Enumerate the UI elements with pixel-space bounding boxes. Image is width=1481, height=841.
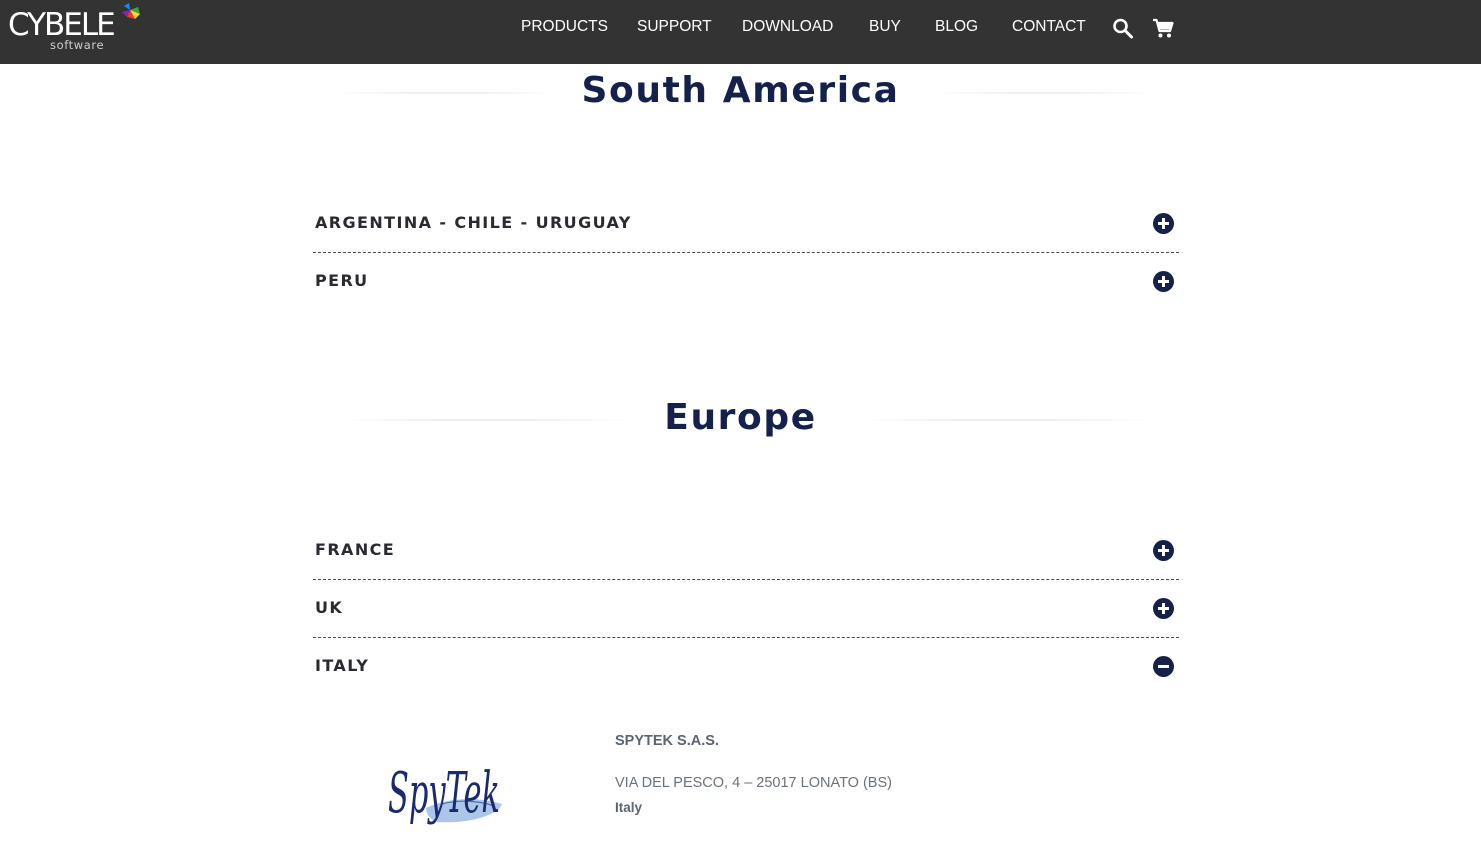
expand-plus-icon[interactable] xyxy=(1153,213,1174,234)
expand-plus-icon[interactable] xyxy=(1153,271,1174,292)
spytek-logo-text: SpyTek xyxy=(388,761,500,826)
spytek-logo: SpyTek xyxy=(388,761,502,826)
collapse-minus-icon[interactable] xyxy=(1153,656,1174,677)
partner-name: SPYTEK S.A.S. xyxy=(615,733,719,749)
accordion-item-italy[interactable]: ITALY xyxy=(313,638,1179,696)
main-nav: PRODUCTS SUPPORT DOWNLOAD BUY BLOG CONTA… xyxy=(0,0,1481,64)
accordion-item-label: FRANCE xyxy=(315,540,396,559)
accordion-item-label: ITALY xyxy=(315,656,370,675)
accordion-item-label: PERU xyxy=(315,271,369,290)
accordion-item-peru[interactable]: PERU xyxy=(313,253,1179,311)
section-heading-europe: Europe xyxy=(0,393,1481,443)
nav-contact[interactable]: CONTACT xyxy=(1012,17,1086,37)
section-title: South America xyxy=(581,70,900,111)
nav-products[interactable]: PRODUCTS xyxy=(521,17,608,37)
accordion-item-uk[interactable]: UK xyxy=(313,580,1179,638)
accordion-item-france[interactable]: FRANCE xyxy=(313,522,1179,580)
accordion-item-label: ARGENTINA - CHILE - URUGUAY xyxy=(315,213,632,232)
section-title: Europe xyxy=(664,397,817,438)
expand-plus-icon[interactable] xyxy=(1153,598,1174,619)
partner-country: Italy xyxy=(615,800,643,815)
search-icon[interactable] xyxy=(1112,16,1134,40)
section-heading-south-america: South America xyxy=(0,66,1481,116)
accordion-item-label: UK xyxy=(315,598,344,617)
cart-icon[interactable] xyxy=(1152,16,1174,40)
partner-address: VIA DEL PESCO, 4 – 25017 LONATO (BS) xyxy=(615,775,892,791)
top-navigation-bar: CYBELE software PRODUCTS SUPPORT DOWNLOA… xyxy=(0,0,1481,64)
nav-blog[interactable]: BLOG xyxy=(935,17,978,37)
accordion-item-argentina-chile-uruguay[interactable]: ARGENTINA - CHILE - URUGUAY xyxy=(313,195,1179,253)
expand-plus-icon[interactable] xyxy=(1153,540,1174,561)
nav-support[interactable]: SUPPORT xyxy=(637,17,712,37)
nav-buy[interactable]: BUY xyxy=(869,17,901,37)
nav-download[interactable]: DOWNLOAD xyxy=(742,17,833,37)
